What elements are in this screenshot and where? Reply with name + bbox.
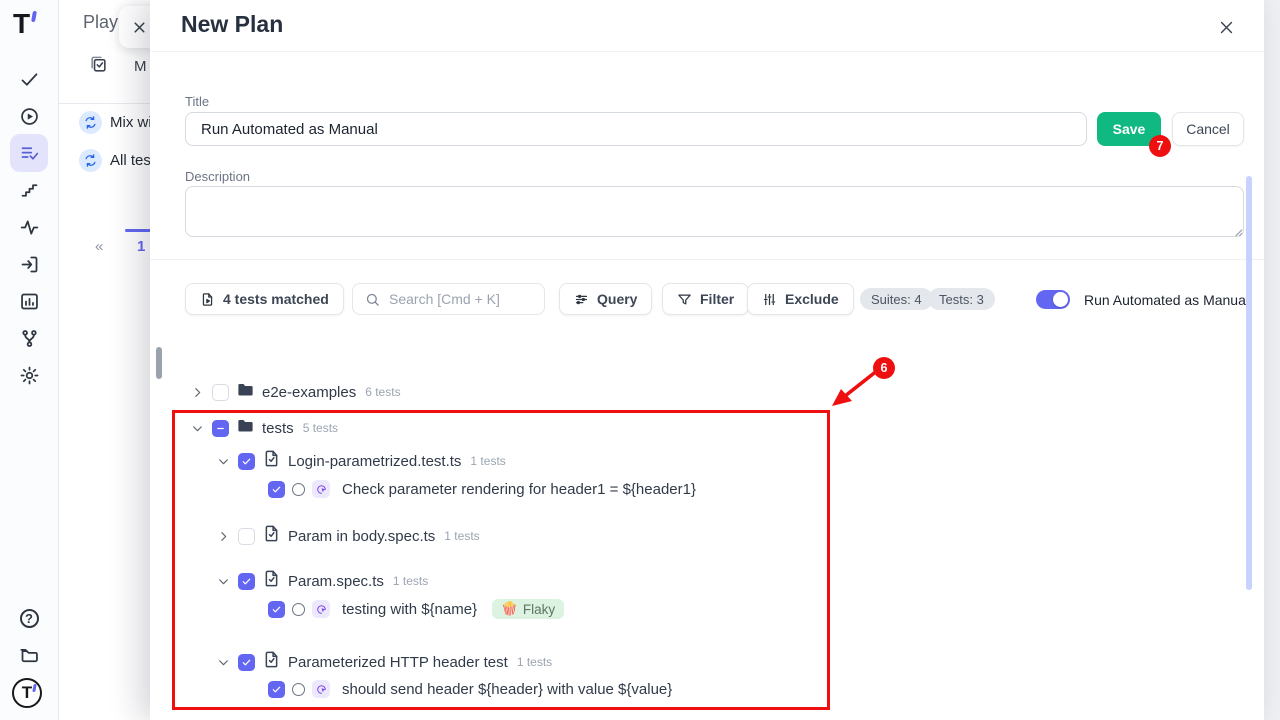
- status-circle-icon[interactable]: [292, 483, 305, 496]
- suite-test-count: 1 tests: [470, 454, 505, 468]
- annotation-badge-7: 7: [1149, 135, 1171, 157]
- file-icon: [262, 650, 281, 674]
- tree-checkbox[interactable]: [268, 601, 285, 618]
- divider: [59, 103, 151, 104]
- copy-check-icon[interactable]: [89, 55, 108, 78]
- chevron-down-icon[interactable]: [189, 420, 205, 436]
- new-plan-modal: New Plan Title Save Cancel Description 4…: [150, 0, 1264, 720]
- suite-test-count: 5 tests: [303, 421, 338, 435]
- modal-scrollbar-thumb[interactable]: [1246, 176, 1252, 590]
- folder-icon: [236, 380, 255, 404]
- plan-list-item[interactable]: Mix wi: [79, 111, 151, 134]
- tree-checkbox[interactable]: [238, 453, 255, 470]
- drawer-toolbar: M: [89, 55, 147, 78]
- tree-suite-row[interactable]: Parameterized HTTP header test 1 tests: [215, 650, 552, 674]
- suite-label[interactable]: Param.spec.ts: [288, 573, 384, 590]
- folder-icon: [236, 416, 255, 440]
- tree-checkbox[interactable]: [268, 681, 285, 698]
- suite-test-count: 1 tests: [393, 574, 428, 588]
- tree-checkbox[interactable]: [238, 528, 255, 545]
- pagination-page-1[interactable]: 1: [137, 238, 145, 255]
- test-plans-icon[interactable]: [10, 134, 48, 172]
- tree-test-row[interactable]: testing with ${name} 🍿Flaky: [268, 599, 564, 619]
- test-label[interactable]: should send header ${header} with value …: [342, 681, 672, 698]
- test-label[interactable]: Check parameter rendering for header1 = …: [342, 481, 696, 498]
- chevron-right-icon[interactable]: [215, 528, 231, 544]
- check-icon[interactable]: [10, 60, 48, 98]
- drawer-column-label: M: [134, 58, 147, 75]
- analytics-icon[interactable]: [10, 282, 48, 320]
- steps-icon[interactable]: [10, 171, 48, 209]
- chevron-down-icon[interactable]: [215, 654, 231, 670]
- pagination-prev[interactable]: «: [95, 238, 103, 255]
- plan-list-item[interactable]: All tes: [79, 149, 151, 172]
- sync-icon: [79, 149, 102, 172]
- file-icon: [262, 569, 281, 593]
- gear-icon[interactable]: [10, 356, 48, 394]
- status-circle-icon[interactable]: [292, 603, 305, 616]
- sync-icon: [79, 111, 102, 134]
- app-sidebar: T ? T: [0, 0, 59, 720]
- suite-label[interactable]: Login-parametrized.test.ts: [288, 453, 461, 470]
- automated-test-icon: [312, 480, 330, 498]
- file-icon: [262, 524, 281, 548]
- suite-test-count: 1 tests: [444, 529, 479, 543]
- app-logo[interactable]: T: [13, 8, 30, 40]
- projects-folder-icon[interactable]: [10, 636, 48, 674]
- drawer-title: Play: [83, 12, 118, 33]
- drawer-scrollbar-thumb[interactable]: [156, 347, 162, 379]
- plan-item-label: Mix wi: [110, 114, 151, 131]
- file-icon: [262, 449, 281, 473]
- tree-checkbox[interactable]: [238, 573, 255, 590]
- test-tree: e2e-examples 6 tests tests 5 tests Login-par…: [150, 0, 1264, 720]
- plan-item-label: All tes: [110, 152, 151, 169]
- test-label[interactable]: testing with ${name}: [342, 601, 477, 618]
- suite-label[interactable]: Param in body.spec.ts: [288, 528, 435, 545]
- plans-drawer: Play M Mix wi All tes « 1: [59, 0, 151, 720]
- suite-test-count: 6 tests: [365, 385, 400, 399]
- flaky-badge: 🍿Flaky: [492, 599, 564, 619]
- tree-checkbox[interactable]: [212, 420, 229, 437]
- tree-suite-row[interactable]: Param.spec.ts 1 tests: [215, 569, 428, 593]
- automated-test-icon: [312, 600, 330, 618]
- suite-label[interactable]: e2e-examples: [262, 384, 356, 401]
- suite-test-count: 1 tests: [517, 655, 552, 669]
- automated-test-icon: [312, 680, 330, 698]
- logo-accent: [31, 11, 37, 22]
- play-circle-icon[interactable]: [10, 97, 48, 135]
- pulse-icon[interactable]: [10, 208, 48, 246]
- tree-test-row[interactable]: should send header ${header} with value …: [268, 680, 672, 698]
- active-tab-indicator: [125, 229, 151, 232]
- tree-checkbox[interactable]: [268, 481, 285, 498]
- tree-test-row[interactable]: Check parameter rendering for header1 = …: [268, 480, 696, 498]
- popcorn-icon: 🍿: [501, 601, 518, 617]
- tree-suite-row[interactable]: Param in body.spec.ts 1 tests: [215, 524, 480, 548]
- suite-label[interactable]: tests: [262, 420, 294, 437]
- chevron-down-icon[interactable]: [215, 453, 231, 469]
- branch-icon[interactable]: [10, 319, 48, 357]
- tree-suite-row[interactable]: Login-parametrized.test.ts 1 tests: [215, 449, 506, 473]
- chevron-down-icon[interactable]: [215, 573, 231, 589]
- status-circle-icon[interactable]: [292, 683, 305, 696]
- tree-checkbox[interactable]: [212, 384, 229, 401]
- tree-suite-row[interactable]: e2e-examples 6 tests: [189, 380, 401, 404]
- import-icon[interactable]: [10, 245, 48, 283]
- tree-suite-row[interactable]: tests 5 tests: [189, 416, 338, 440]
- chevron-right-icon[interactable]: [189, 384, 205, 400]
- user-avatar[interactable]: T: [12, 678, 42, 708]
- suite-label[interactable]: Parameterized HTTP header test: [288, 654, 508, 671]
- tree-checkbox[interactable]: [238, 654, 255, 671]
- avatar-accent: [32, 684, 36, 692]
- help-icon[interactable]: ?: [10, 599, 48, 637]
